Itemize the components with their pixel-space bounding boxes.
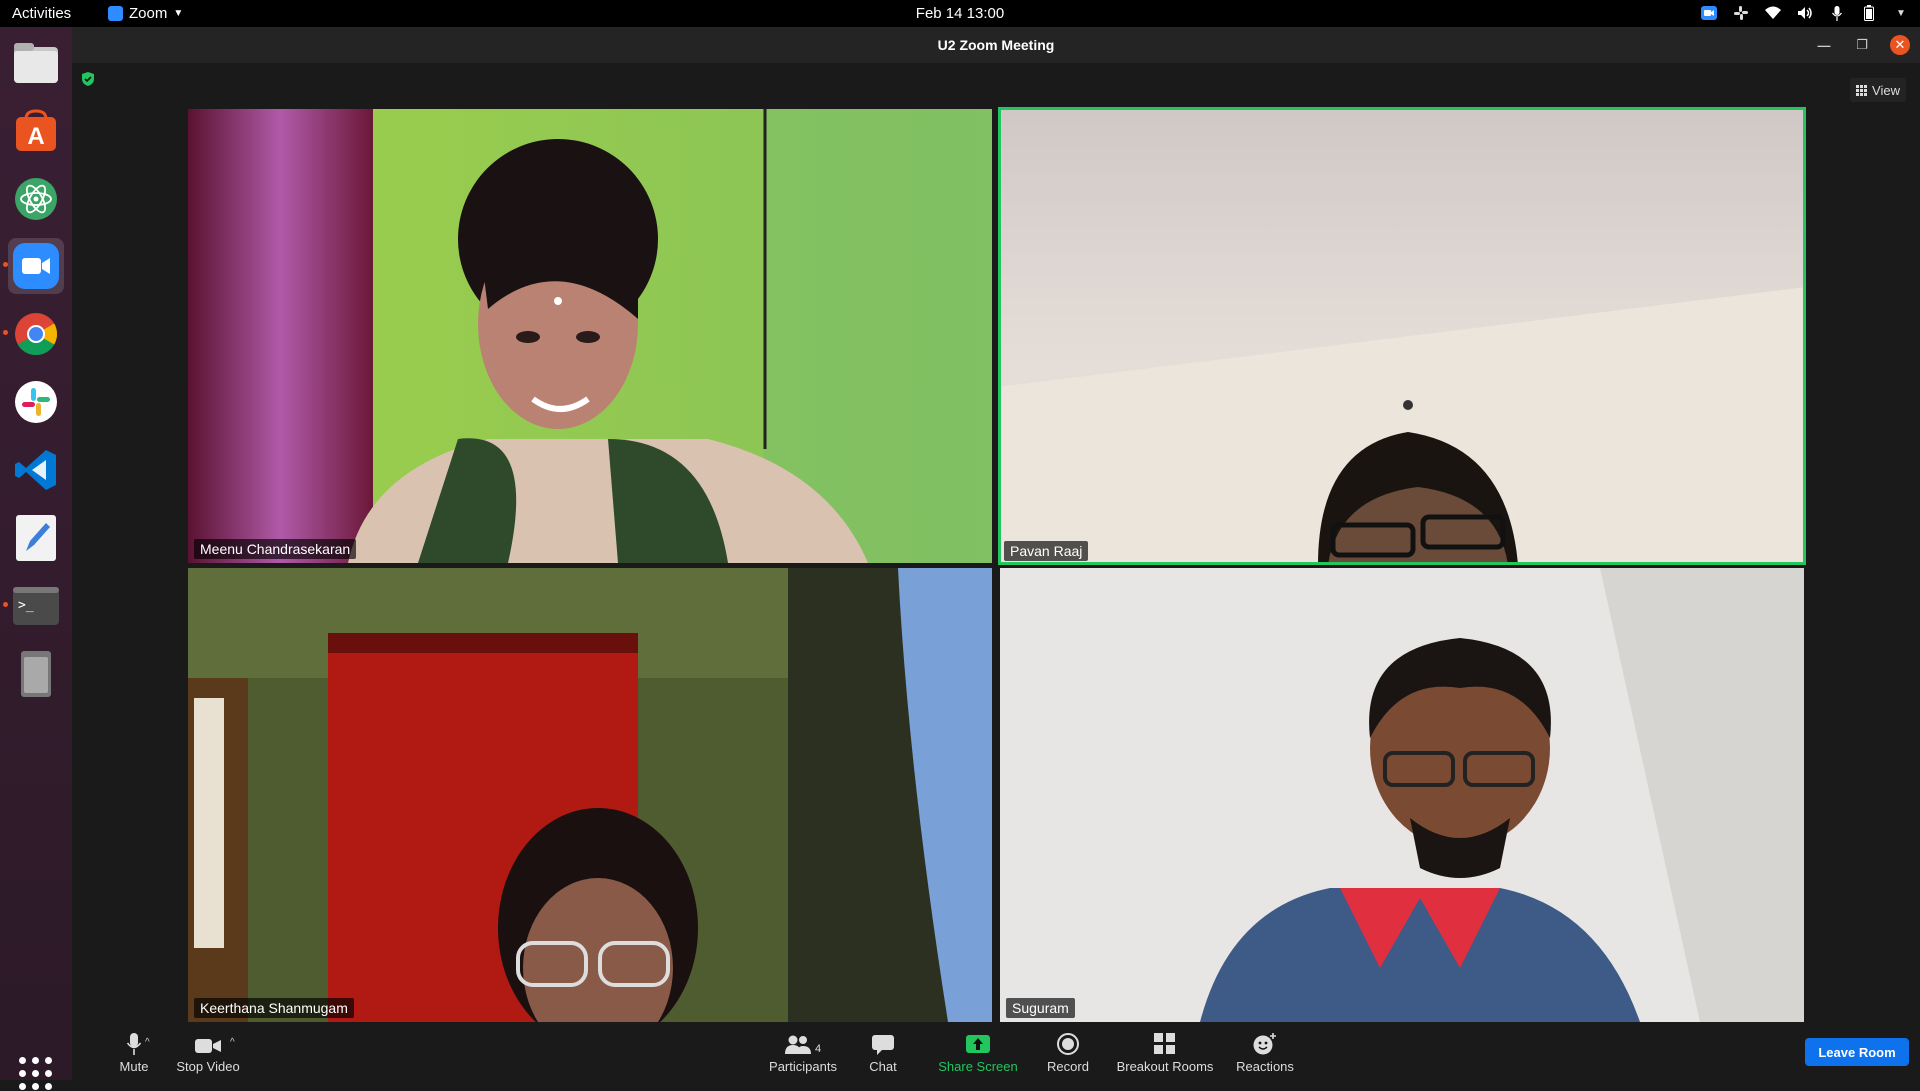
slack-icon[interactable]	[8, 374, 64, 430]
stop-video-button[interactable]: Stop Video	[168, 1031, 248, 1074]
grid-view-icon	[1856, 84, 1868, 96]
view-button[interactable]: View	[1850, 78, 1906, 102]
video-tile-1[interactable]: Meenu Chandrasekaran	[188, 109, 992, 563]
video-options-caret-icon[interactable]: ^	[230, 1037, 235, 1048]
participants-label: Participants	[769, 1059, 837, 1074]
title-bar: U2 Zoom Meeting — ❐ ✕	[72, 27, 1920, 63]
participant-name-label: Suguram	[1006, 998, 1075, 1018]
system-tray: ▼	[1700, 4, 1910, 22]
svg-text:>_: >_	[18, 598, 34, 613]
clock: Feb 14 13:00	[0, 5, 1920, 22]
participant-name-label: Keerthana Shanmugam	[194, 998, 354, 1018]
meeting-toolbar: Mute ^ Stop Video ^ 4 Participants Chat …	[72, 1025, 1920, 1080]
window-title: U2 Zoom Meeting	[937, 37, 1055, 53]
participants-count: 4	[814, 1043, 822, 1055]
microphone-icon	[127, 1031, 141, 1055]
files-icon[interactable]	[8, 35, 64, 91]
activities-button[interactable]: Activities	[12, 5, 71, 22]
show-applications-icon[interactable]	[19, 1057, 53, 1091]
chat-button[interactable]: Chat	[858, 1031, 908, 1074]
record-label: Record	[1047, 1059, 1089, 1074]
terminal-icon[interactable]: >_	[8, 578, 64, 634]
atom-icon[interactable]	[8, 171, 64, 227]
participant-name-label: Pavan Raaj	[1004, 541, 1089, 561]
window-controls: — ❐ ✕	[1814, 35, 1910, 55]
audio-options-caret-icon[interactable]: ^	[145, 1037, 150, 1048]
video-tile-4[interactable]: Suguram	[1000, 568, 1804, 1022]
stop-video-label: Stop Video	[176, 1059, 240, 1074]
restore-icon[interactable]: ❐	[1852, 35, 1872, 55]
breakout-rooms-icon	[1154, 1031, 1176, 1055]
record-icon	[1057, 1031, 1079, 1055]
top-bar: Activities Zoom ▼ Feb 14 13:00 ▼	[0, 0, 1920, 27]
mic-icon[interactable]	[1828, 4, 1846, 22]
battery-icon[interactable]	[1860, 4, 1878, 22]
participant-name-label: Meenu Chandrasekaran	[194, 539, 357, 559]
share-screen-label: Share Screen	[938, 1059, 1018, 1074]
wifi-icon[interactable]	[1764, 4, 1782, 22]
video-tile-2[interactable]: Pavan Raaj	[998, 107, 1806, 565]
minimize-icon[interactable]: —	[1814, 35, 1834, 55]
chat-bubble-icon	[872, 1031, 894, 1055]
breakout-rooms-button[interactable]: Breakout Rooms	[1112, 1031, 1218, 1074]
participant-video-2	[998, 107, 1806, 565]
vscode-icon[interactable]	[8, 442, 64, 498]
removable-drive-icon[interactable]	[8, 646, 64, 702]
slack-tray-icon[interactable]	[1732, 4, 1750, 22]
close-icon[interactable]: ✕	[1890, 35, 1910, 55]
mute-button[interactable]: Mute	[104, 1031, 164, 1074]
clock-label[interactable]: Feb 14 13:00	[916, 5, 1004, 22]
breakout-rooms-label: Breakout Rooms	[1116, 1059, 1214, 1074]
app-menu-label: Zoom	[129, 5, 168, 22]
chrome-icon[interactable]	[8, 306, 64, 362]
smiley-icon	[1253, 1031, 1277, 1055]
reactions-label: Reactions	[1236, 1059, 1294, 1074]
participant-video-3	[188, 568, 992, 1022]
volume-icon[interactable]	[1796, 4, 1814, 22]
app-menu[interactable]: Zoom ▼	[108, 5, 183, 22]
mute-label: Mute	[119, 1059, 149, 1074]
zoom-icon[interactable]	[8, 238, 64, 294]
dock: A >_	[0, 27, 72, 1090]
chat-label: Chat	[869, 1059, 897, 1074]
svg-text:A: A	[27, 123, 44, 150]
zoom-meeting-window: U2 Zoom Meeting — ❐ ✕ View Meenu Chandra…	[72, 27, 1920, 1080]
participants-button[interactable]: 4 Participants	[758, 1031, 848, 1074]
share-screen-icon	[966, 1031, 990, 1055]
ubuntu-software-icon[interactable]: A	[8, 103, 64, 159]
view-label: View	[1872, 82, 1900, 98]
share-screen-button[interactable]: Share Screen	[930, 1031, 1026, 1074]
reactions-button[interactable]: Reactions	[1230, 1031, 1300, 1074]
text-editor-icon[interactable]	[8, 510, 64, 566]
zoom-app-icon	[108, 6, 123, 21]
video-tile-3[interactable]: Keerthana Shanmugam	[188, 568, 992, 1022]
zoom-tray-icon[interactable]	[1700, 4, 1718, 22]
participant-video-4	[1000, 568, 1804, 1022]
leave-room-button[interactable]: Leave Room	[1805, 1038, 1909, 1066]
participant-video-1	[188, 109, 992, 563]
record-button[interactable]: Record	[1038, 1031, 1098, 1074]
video-camera-icon	[195, 1031, 221, 1055]
chevron-down-icon: ▼	[173, 8, 184, 19]
participants-icon: 4	[784, 1031, 822, 1055]
system-menu-icon[interactable]: ▼	[1892, 4, 1910, 22]
encryption-shield-icon[interactable]	[80, 71, 96, 87]
